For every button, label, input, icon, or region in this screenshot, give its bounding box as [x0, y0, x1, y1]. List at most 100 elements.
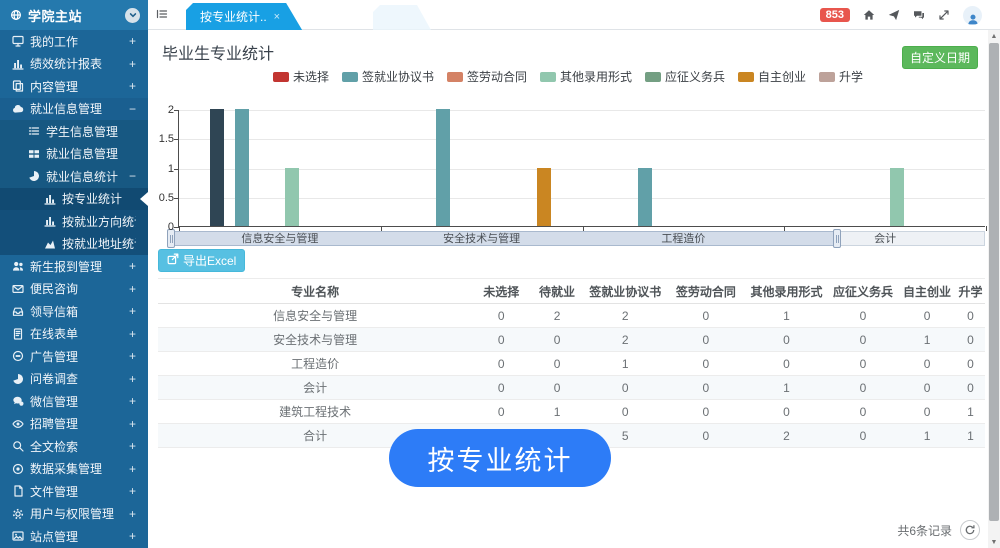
value-cell: 0 [745, 400, 828, 424]
action-overlay-pill: 按专业统计 [389, 429, 611, 487]
sidebar-item-label: 全文检索 [30, 438, 129, 455]
sidebar-item[interactable]: 新生报到管理 + [0, 255, 148, 278]
value-cell: 0 [530, 352, 584, 376]
sidebar-item-label: 招聘管理 [30, 415, 129, 432]
x-axis-category-label: 工程造价 [661, 232, 705, 246]
bar-slot [758, 110, 783, 226]
home-icon[interactable] [863, 9, 875, 21]
scroll-up-arrow-icon[interactable]: ▲ [988, 30, 1000, 42]
value-cell: 0 [667, 304, 746, 328]
table-header-cell: 应征义务兵 [828, 279, 898, 304]
sidebar-item[interactable]: 问卷调查 + [0, 368, 148, 391]
export-excel-button[interactable]: 导出Excel [158, 249, 245, 272]
sidebar-menu: 我的工作 + 绩效统计报表 + 内容管理 + 就业信息管理 − 学生信息管理 就… [0, 30, 148, 548]
value-cell: 0 [530, 328, 584, 352]
sidebar-item[interactable]: 文件管理 + [0, 480, 148, 503]
bar-slot [607, 110, 632, 226]
bar-group [784, 110, 986, 226]
value-cell: 0 [898, 352, 956, 376]
sidebar-item[interactable]: 就业信息管理 − [0, 98, 148, 121]
site-icon [12, 530, 24, 542]
refresh-button[interactable] [960, 520, 980, 540]
sidebar-item-label: 绩效统计报表 [30, 55, 129, 72]
sidebar-item[interactable]: 广告管理 + [0, 345, 148, 368]
expand-toggle-icon: + [129, 507, 136, 521]
sidebar-item[interactable]: 按就业方向统计 [0, 210, 148, 233]
table-row: 建筑工程技术01000001 [158, 400, 985, 424]
sidebar-item-active[interactable]: 按专业统计 [0, 188, 148, 211]
value-cell: 0 [745, 352, 828, 376]
app-window: 学院主站 我的工作 + 绩效统计报表 + 内容管理 + 就业信息管理 − 学生信… [0, 0, 1000, 548]
expand-toggle-icon: + [129, 327, 136, 341]
bar-待就业[interactable] [210, 109, 224, 226]
expand-toggle-icon: + [129, 484, 136, 498]
value-cell: 0 [956, 304, 985, 328]
bar-其他录用形式[interactable] [890, 168, 904, 227]
avatar[interactable] [963, 6, 982, 25]
vertical-scrollbar[interactable]: ▲ ▼ [988, 30, 1000, 548]
sidebar-item[interactable]: 站点管理 + [0, 525, 148, 548]
sidebar-item[interactable]: 我的工作 + [0, 30, 148, 53]
sidebar-item[interactable]: 就业信息管理 [0, 143, 148, 166]
bar-签就业协议书[interactable] [638, 168, 652, 227]
sidebar-item[interactable]: 招聘管理 + [0, 413, 148, 436]
table-header-cell: 未选择 [472, 279, 530, 304]
value-cell: 0 [898, 376, 956, 400]
cloud-icon [12, 103, 24, 115]
sidebar-item[interactable]: 领导信箱 + [0, 300, 148, 323]
sidebar-header[interactable]: 学院主站 [0, 0, 148, 30]
value-cell: 1 [530, 400, 584, 424]
scroll-down-arrow-icon[interactable]: ▼ [988, 536, 1000, 548]
y-axis-label: 1 [148, 163, 174, 175]
bar-自主创业[interactable] [537, 168, 551, 227]
datazoom-right-handle[interactable] [833, 229, 841, 248]
value-cell: 0 [828, 304, 898, 328]
value-cell: 0 [667, 376, 746, 400]
comments-icon[interactable] [913, 9, 925, 21]
bar-group [179, 110, 381, 226]
sidebar-item[interactable]: 绩效统计报表 + [0, 53, 148, 76]
sidebar-item[interactable]: 微信管理 + [0, 390, 148, 413]
sidebar-item[interactable]: 数据采集管理 + [0, 458, 148, 481]
value-cell: 0 [828, 328, 898, 352]
tab-close-icon[interactable]: × [274, 11, 280, 23]
topbar-right: 853 [820, 0, 982, 30]
sidebar-item[interactable]: 用户与权限管理 + [0, 503, 148, 526]
users-icon [12, 260, 24, 272]
notification-badge[interactable]: 853 [820, 8, 850, 22]
scrollbar-thumb[interactable] [989, 43, 999, 521]
table-header-cell: 签就业协议书 [584, 279, 667, 304]
bar-签就业协议书[interactable] [436, 109, 450, 226]
datazoom-slider[interactable]: 信息安全与管理安全技术与管理工程造价会计 [170, 231, 985, 246]
table-footer: 共6条记录 [897, 520, 980, 540]
sidebar-item[interactable]: 内容管理 + [0, 75, 148, 98]
wechat-icon [12, 395, 24, 407]
sidebar-item[interactable]: 学生信息管理 [0, 120, 148, 143]
sidebar-item-label: 我的工作 [30, 33, 129, 50]
inactive-tab[interactable] [373, 5, 431, 30]
sidebar-item[interactable]: 就业信息统计 − [0, 165, 148, 188]
bar-其他录用形式[interactable] [285, 168, 299, 227]
bar-slot [229, 110, 254, 226]
expand-toggle-icon: + [129, 372, 136, 386]
bar-slot [406, 110, 431, 226]
sidebar-item-label: 就业信息管理 [30, 100, 129, 117]
sidebar-item-label: 站点管理 [30, 528, 129, 545]
sidebar-item[interactable]: 在线表单 + [0, 323, 148, 346]
sidebar-item[interactable]: 全文检索 + [0, 435, 148, 458]
tab-active[interactable]: 按专业统计.. × [186, 3, 302, 30]
fullscreen-icon[interactable] [938, 9, 950, 21]
value-cell: 0 [667, 400, 746, 424]
tab-label: 按专业统计.. [200, 8, 267, 25]
bar-slot [506, 110, 531, 226]
sidebar-item[interactable]: 按就业地址统计 [0, 233, 148, 256]
sidebar-collapse-button[interactable] [125, 8, 140, 23]
sidebar-item[interactable]: 便民咨询 + [0, 278, 148, 301]
bar-group [381, 110, 583, 226]
bar-签就业协议书[interactable] [235, 109, 249, 226]
value-cell: 0 [667, 352, 746, 376]
major-name-cell: 工程造价 [158, 352, 472, 376]
value-cell: 0 [667, 424, 746, 448]
menu-fold-icon[interactable] [156, 7, 168, 25]
send-icon[interactable] [888, 9, 900, 21]
